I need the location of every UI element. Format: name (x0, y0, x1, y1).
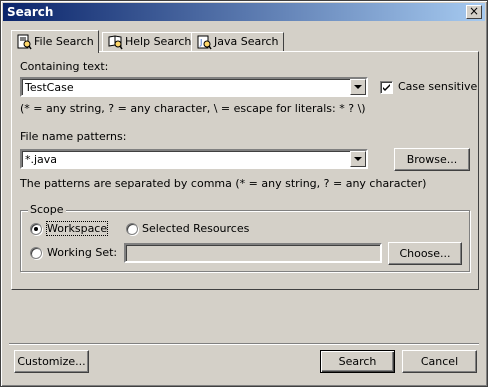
chevron-down-icon (354, 85, 362, 89)
help-search-icon (107, 34, 123, 50)
checkmark-icon (383, 84, 390, 91)
file-name-patterns-combo[interactable]: *.java (20, 149, 368, 169)
containing-text-hint: (* = any string, ? = any character, \ = … (20, 102, 366, 115)
workspace-radio[interactable] (30, 223, 42, 235)
close-button[interactable]: × (466, 5, 482, 19)
tab-file-search-label: File Search (34, 35, 94, 48)
chevron-down-icon (354, 157, 362, 161)
containing-text-label: Containing text: (20, 60, 109, 73)
file-name-patterns-hint: The patterns are separated by comma (* =… (20, 177, 427, 190)
working-set-radio[interactable] (30, 247, 42, 259)
containing-text-dropdown-button[interactable] (350, 79, 366, 95)
scope-label: Scope (28, 203, 66, 216)
case-sensitive-label: Case sensitive (398, 80, 478, 93)
file-name-patterns-label: File name patterns: (20, 130, 127, 143)
svg-text:J: J (199, 38, 202, 47)
file-search-icon (16, 34, 32, 50)
containing-text-value: TestCase (25, 81, 74, 94)
search-button[interactable]: Search (320, 350, 395, 373)
tab-help-search-label: Help Search (125, 35, 192, 48)
window-title: Search (7, 5, 54, 19)
file-name-patterns-dropdown-button[interactable] (350, 151, 366, 167)
workspace-label: Workspace (45, 221, 109, 236)
footer-separator (9, 343, 479, 345)
selected-resources-radio[interactable] (126, 223, 138, 235)
file-name-patterns-value: *.java (25, 153, 58, 166)
tab-help-search[interactable]: Help Search (102, 32, 197, 52)
browse-button[interactable]: Browse... (394, 148, 470, 171)
containing-text-combo[interactable]: TestCase (20, 77, 368, 97)
working-set-label: Working Set: (47, 246, 118, 259)
tab-java-search[interactable]: J Java Search (191, 32, 284, 52)
working-set-field[interactable] (124, 243, 382, 263)
search-dialog: Search × File Search Help Search J Java … (0, 0, 488, 387)
choose-button[interactable]: Choose... (388, 242, 462, 265)
tab-java-search-label: Java Search (214, 35, 279, 48)
cancel-button[interactable]: Cancel (402, 350, 477, 373)
customize-button[interactable]: Customize... (14, 350, 89, 373)
title-bar: Search × (3, 3, 485, 21)
case-sensitive-checkbox[interactable] (380, 81, 393, 94)
tab-file-search[interactable]: File Search (11, 30, 99, 53)
file-search-panel: Containing text: TestCase Case sensitive… (11, 51, 479, 290)
java-search-icon: J (196, 34, 212, 50)
selected-resources-label: Selected Resources (142, 222, 250, 235)
